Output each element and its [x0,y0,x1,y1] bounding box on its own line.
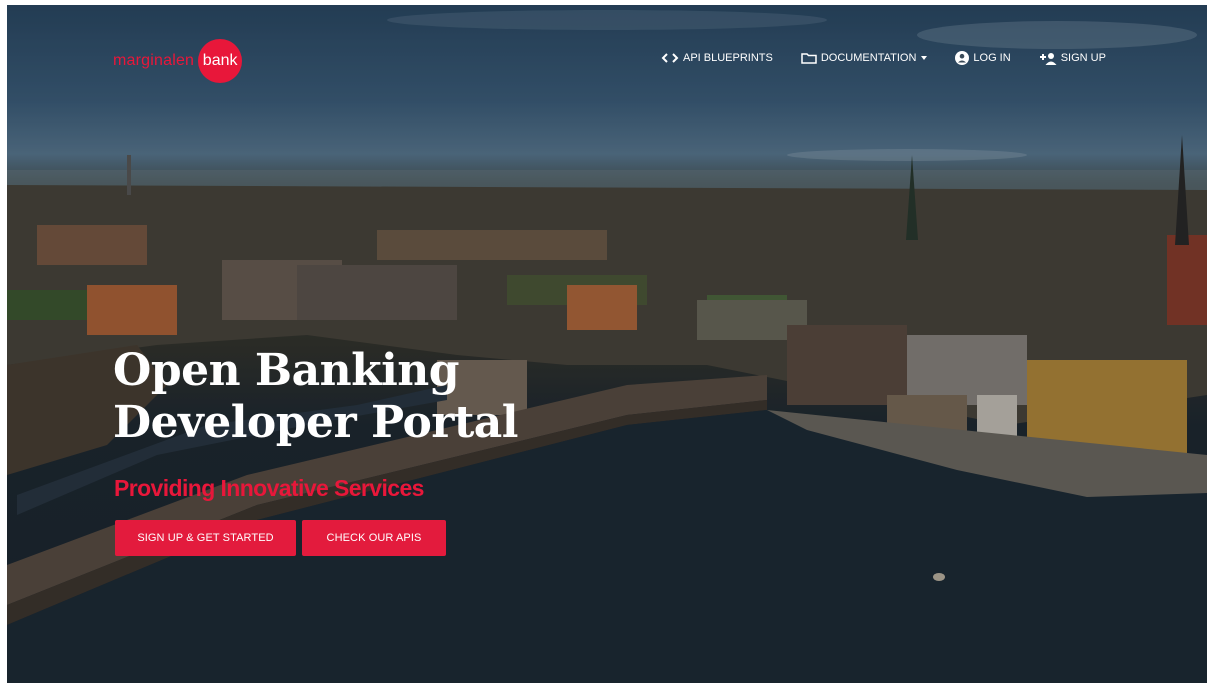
nav-api-blueprints-label: API BLUEPRINTS [683,52,773,64]
user-plus-icon [1039,52,1057,65]
top-navigation: API BLUEPRINTS DOCUMENTATION LOG IN SIGN… [661,51,1134,65]
logo-wordmark: marginalen [113,52,195,69]
nav-documentation[interactable]: DOCUMENTATION [801,52,928,64]
nav-documentation-label: DOCUMENTATION [820,52,917,64]
check-our-apis-button[interactable]: CHECK OUR APIS [302,520,446,556]
nav-log-in[interactable]: LOG IN [955,51,1011,65]
title-line-1: Open Banking [113,345,460,396]
user-circle-icon [955,51,970,65]
nav-sign-up-label: SIGN UP [1060,52,1106,64]
dark-overlay [7,5,1207,683]
logo-badge: bank [198,39,243,83]
chevron-down-icon [921,56,928,60]
sign-up-get-started-button[interactable]: SIGN UP & GET STARTED [115,520,296,556]
nav-sign-up[interactable]: SIGN UP [1039,52,1106,65]
brand-logo[interactable]: marginalen bank [113,39,243,83]
hero-section: marginalen bank API BLUEPRINTS DOCUMENTA… [7,5,1207,683]
hero-tagline: Providing Innovative Services [114,475,424,501]
page-title: Open Banking Developer Portal [113,345,519,449]
title-line-2: Developer Portal [113,397,519,448]
nav-log-in-label: LOG IN [973,52,1011,64]
code-icon [661,53,679,63]
nav-api-blueprints[interactable]: API BLUEPRINTS [661,52,773,64]
folder-icon [801,52,817,64]
